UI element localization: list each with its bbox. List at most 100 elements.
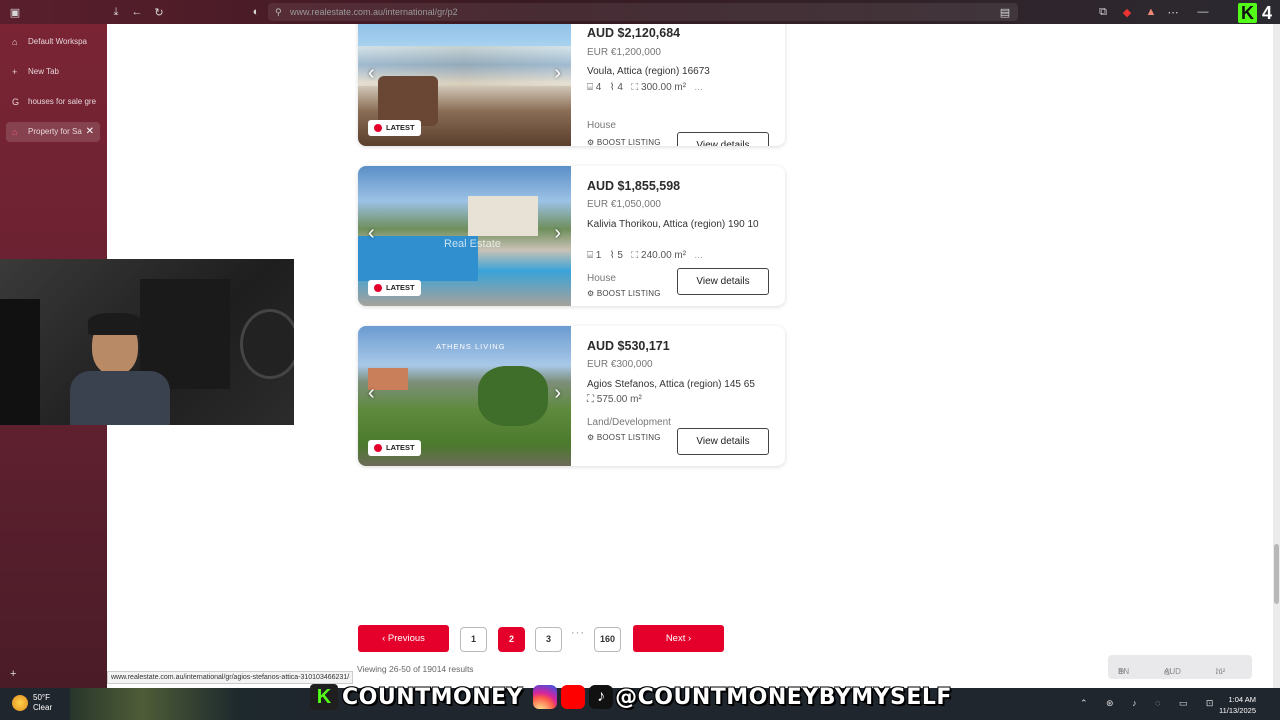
tab-houses-for-sale[interactable]: G houses for sale gre — [6, 92, 100, 112]
system-tray[interactable]: ⌃ ⊛ ♪ ◌ ▭ ⊡ — [1080, 698, 1221, 709]
latest-badge: LATEST — [368, 280, 421, 296]
corner-number: 4 — [1262, 3, 1273, 23]
chevron-left-icon[interactable]: ‹ — [368, 62, 375, 85]
previous-button[interactable]: ‹ Previous — [358, 625, 449, 652]
download-icon[interactable]: ⤓ — [105, 6, 127, 19]
webcam-overlay — [0, 259, 294, 425]
price-eur: EUR €1,050,000 — [587, 199, 661, 210]
features-row: ⛶ 575.00 m² — [587, 394, 642, 405]
chevron-left-icon[interactable]: ‹ — [368, 222, 375, 245]
reader-icon[interactable]: ▤ — [994, 6, 1016, 19]
boost-listing[interactable]: ⚙ BOOST LISTING — [587, 289, 661, 298]
moon-weather-icon — [12, 695, 28, 711]
monitor-shape — [0, 299, 40, 425]
pagination-ellipsis: ··· — [571, 627, 585, 639]
plus-icon: + — [12, 67, 18, 77]
bath-icon: ⌇ — [609, 250, 615, 261]
boost-icon: ⚙ — [587, 289, 595, 298]
chevron-right-icon[interactable]: › — [554, 62, 561, 85]
area-value: 300.00 m² — [641, 82, 687, 93]
view-details-button[interactable]: View details — [677, 268, 769, 295]
back-icon[interactable]: ← — [126, 6, 148, 18]
listing-photo[interactable]: ‹ › LATEST — [358, 24, 571, 146]
next-button[interactable]: Next › — [633, 625, 724, 652]
kick-logo-icon: K — [310, 684, 338, 710]
listing-photo[interactable]: ATHENS LIVING ‹ › LATEST — [358, 326, 571, 466]
preferences-bar: ⊕ EN ◎ AUD ⛶ m² — [1108, 655, 1252, 679]
boost-icon: ⚙ — [587, 433, 595, 442]
youtube-icon — [561, 685, 586, 709]
previous-label: Previous — [387, 633, 425, 644]
extension-icon[interactable]: ⧉ — [1092, 6, 1114, 19]
url-text: www.realestate.com.au/international/gr/p… — [290, 7, 458, 17]
site-info-icon[interactable]: ◐ — [245, 6, 267, 18]
workspace-switcher[interactable]: ⌂ Default Workspa — [6, 32, 100, 52]
listing-card[interactable]: Real Estate ‹ › LATEST AUD $1,855,598 EU… — [358, 166, 785, 306]
listing-card[interactable]: ‹ › LATEST AUD $2,120,684 EUR €1,200,000… — [358, 24, 785, 146]
currency-label: AUD — [1164, 667, 1181, 676]
house-shape — [468, 196, 538, 236]
property-type: Land/Development — [587, 417, 671, 428]
listing-info: AUD $2,120,684 EUR €1,200,000 Voula, Att… — [587, 24, 777, 146]
stream-corner-badge: K 4 — [1238, 3, 1272, 24]
boost-label: BOOST LISTING — [596, 433, 661, 442]
price-aud: AUD $1,855,598 — [587, 179, 681, 193]
area-value: 575.00 m² — [596, 394, 642, 405]
address-bar[interactable]: ⚲ www.realestate.com.au/international/gr… — [268, 3, 1018, 21]
property-type: House — [587, 120, 616, 131]
listing-info: AUD $1,855,598 EUR €1,050,000 Kalivia Th… — [587, 166, 777, 306]
boost-icon: ⚙ — [587, 138, 595, 146]
latest-badge: LATEST — [368, 440, 421, 456]
clock-date: 11/13/2025 — [1219, 706, 1256, 715]
google-icon: G — [12, 97, 20, 107]
close-tab-icon[interactable]: ✕ — [86, 122, 94, 142]
chevron-right-icon[interactable]: › — [554, 382, 561, 405]
chevron-right-icon[interactable]: › — [554, 222, 561, 245]
boost-listing[interactable]: ⚙ BOOST LISTING — [587, 138, 661, 146]
area-icon: ⛶ — [631, 250, 639, 261]
add-icon[interactable]: + — [10, 668, 16, 680]
page-scrollbar[interactable] — [1273, 24, 1280, 688]
page-2-button[interactable]: 2 — [498, 627, 525, 652]
brand-text: COUNTMONEY — [342, 684, 524, 710]
language-label: EN — [1118, 667, 1130, 676]
address: Agios Stefanos, Attica (region) 145 65 — [587, 379, 755, 390]
listing-photo[interactable]: Real Estate ‹ › LATEST — [358, 166, 571, 306]
view-details-button[interactable]: View details — [677, 132, 769, 146]
baths-count: 5 — [617, 250, 623, 261]
price-aud: AUD $2,120,684 — [587, 26, 681, 40]
minimize-icon[interactable]: — — [1192, 6, 1214, 18]
chevron-left-icon[interactable]: ‹ — [368, 382, 375, 405]
tab-property-for-sale[interactable]: ⌂ Property for Sa ✕ — [6, 122, 100, 142]
sidebar-toggle-icon[interactable]: ▣ — [4, 6, 26, 19]
bed-icon: ⌸ — [587, 82, 593, 93]
page-3-button[interactable]: 3 — [535, 627, 562, 652]
features-row: ⌸ 1 ⌇ 5 ⛶ 240.00 m² ... — [587, 250, 703, 261]
listing-info: AUD $530,171 EUR €300,000 Agios Stefanos… — [587, 326, 777, 466]
results-count: Viewing 26-50 of 19014 results — [357, 664, 474, 674]
workspace-label: Default Workspa — [28, 37, 87, 46]
boost-listing[interactable]: ⚙ BOOST LISTING — [587, 433, 661, 442]
price-eur: EUR €300,000 — [587, 359, 653, 370]
clock-time: 1:04 AM — [1228, 695, 1256, 704]
area-icon: ⛶ — [631, 82, 639, 93]
price-aud: AUD $530,171 — [587, 339, 670, 353]
page-1-button[interactable]: 1 — [460, 627, 487, 652]
address: Voula, Attica (region) 16673 — [587, 66, 710, 77]
scroll-thumb[interactable] — [1274, 544, 1279, 604]
person-shirt — [70, 371, 170, 425]
area-icon: ⛶ — [587, 394, 594, 405]
menu-icon[interactable]: ⋯ — [1162, 6, 1184, 19]
view-details-button[interactable]: View details — [677, 428, 769, 455]
extension-icon[interactable]: ▲ — [1140, 6, 1162, 18]
page-last-button[interactable]: 160 — [594, 627, 621, 652]
reload-icon[interactable]: ↻ — [148, 6, 170, 19]
new-tab-button[interactable]: + New Tab — [6, 62, 100, 82]
new-tab-label: New Tab — [28, 67, 59, 76]
workspace-icon: ⌂ — [12, 37, 18, 47]
weather-widget[interactable]: 50°F Clear — [33, 693, 52, 713]
listing-card[interactable]: ATHENS LIVING ‹ › LATEST AUD $530,171 EU… — [358, 326, 785, 466]
next-label: Next — [665, 633, 686, 644]
extension-icon[interactable]: ◆ — [1116, 6, 1138, 19]
clock[interactable]: 1:04 AM 11/13/2025 — [1219, 694, 1256, 716]
